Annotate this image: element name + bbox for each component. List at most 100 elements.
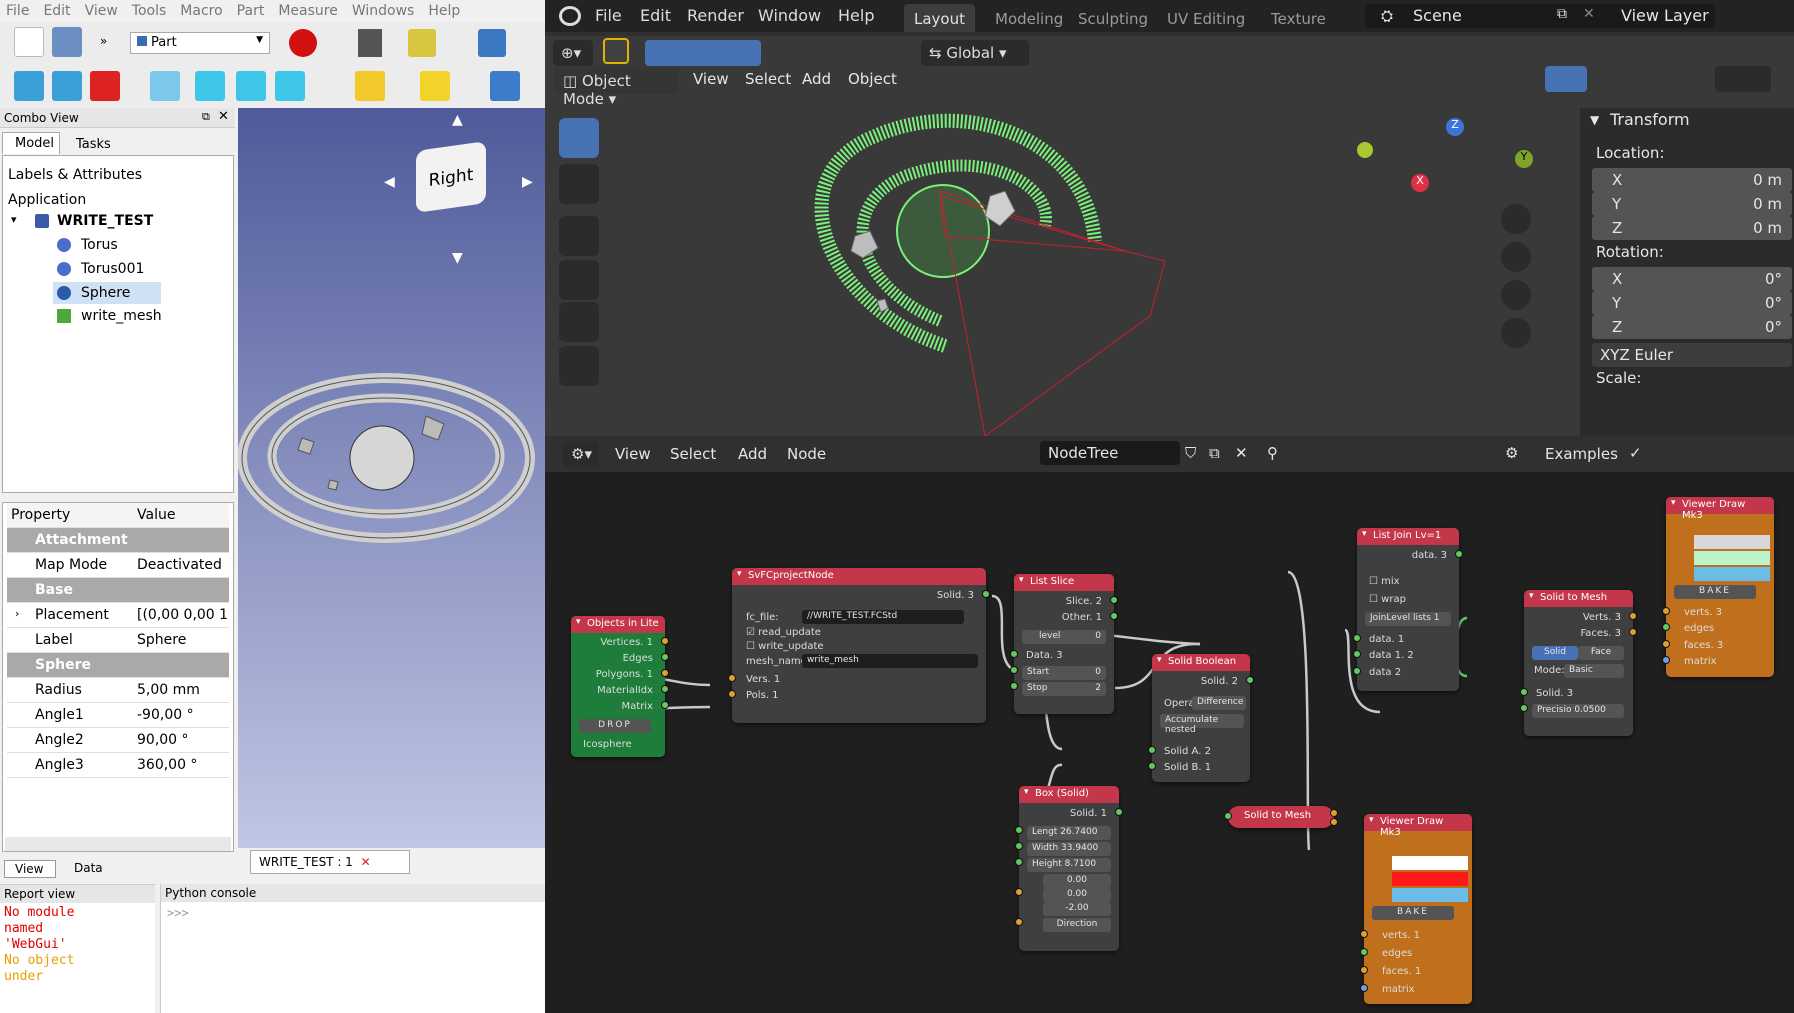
node-menu-node[interactable]: Node bbox=[787, 445, 826, 463]
menu-file[interactable]: File bbox=[6, 3, 29, 19]
nav-right-arrow-icon[interactable]: ▶ bbox=[522, 174, 533, 190]
select-mode-icons[interactable] bbox=[645, 40, 761, 66]
operation-select[interactable]: Difference bbox=[1192, 696, 1246, 710]
tab-view[interactable]: View bbox=[4, 860, 56, 878]
node-viewer-draw-b[interactable]: Viewer Draw Mk3 BAKE verts. 1 edges face… bbox=[1360, 814, 1472, 1004]
property-row[interactable]: Label Sphere bbox=[7, 628, 229, 653]
tree-item-sphere[interactable]: Sphere bbox=[81, 285, 130, 301]
socket[interactable] bbox=[1148, 762, 1156, 770]
float-panel-icon[interactable]: ⧉ bbox=[202, 110, 210, 124]
rotate-tool-icon[interactable] bbox=[559, 260, 599, 300]
mesh-name-input[interactable]: write_mesh bbox=[802, 654, 978, 668]
level-field[interactable]: level 0 bbox=[1022, 630, 1106, 644]
socket[interactable] bbox=[982, 590, 990, 598]
new-scene-icon[interactable]: ⧉ bbox=[1557, 6, 1567, 22]
menu-help[interactable]: Help bbox=[838, 6, 874, 25]
new-tree-icon[interactable]: ⧉ bbox=[1209, 444, 1220, 462]
close-tab-icon[interactable]: ✕ bbox=[361, 855, 371, 869]
axis-z-icon[interactable]: Z bbox=[1446, 118, 1464, 136]
mode-select[interactable]: Basic bbox=[1564, 664, 1624, 678]
menu-help[interactable]: Help bbox=[428, 3, 460, 19]
socket[interactable] bbox=[1015, 888, 1023, 896]
fit-all-icon[interactable] bbox=[14, 71, 44, 101]
socket[interactable] bbox=[1629, 612, 1637, 620]
measure-icon[interactable] bbox=[408, 29, 436, 57]
socket[interactable] bbox=[1110, 612, 1118, 620]
tree-item-torus001[interactable]: Torus001 bbox=[81, 261, 144, 277]
stop-field[interactable]: Stop 2 bbox=[1022, 682, 1106, 696]
bake-button[interactable]: BAKE bbox=[1674, 585, 1756, 599]
nav-left-arrow-icon[interactable]: ◀ bbox=[384, 174, 395, 190]
node-fc-project[interactable]: SvFCprojectNode Solid. 3 fc_file: //WRIT… bbox=[728, 568, 990, 723]
socket[interactable] bbox=[1353, 667, 1361, 675]
axis-y-icon[interactable]: Y bbox=[1515, 150, 1533, 168]
origin-y-field[interactable]: 0.00 bbox=[1043, 888, 1111, 902]
node-menu-add[interactable]: Add bbox=[738, 445, 767, 463]
view-layer-name[interactable]: View Layer bbox=[1621, 6, 1709, 25]
pin-icon[interactable]: ⚲ bbox=[1267, 444, 1278, 462]
camera-icon[interactable] bbox=[1501, 280, 1531, 310]
property-row[interactable]: Radius 5,00 mm bbox=[7, 678, 229, 703]
socket[interactable] bbox=[728, 674, 736, 682]
part-box-icon[interactable] bbox=[355, 71, 385, 101]
new-document-icon[interactable] bbox=[14, 27, 44, 57]
viewport-menu-add[interactable]: Add bbox=[802, 70, 831, 88]
socket[interactable] bbox=[1246, 676, 1254, 684]
node-menu-view[interactable]: View bbox=[615, 445, 651, 463]
node-objects-in-lite[interactable]: Objects in Lite Vertices. 1 Edges Polygo… bbox=[571, 616, 669, 757]
color-swatch[interactable] bbox=[1694, 551, 1770, 565]
socket[interactable] bbox=[1353, 634, 1361, 642]
freecad-3d-view[interactable]: Right ◀ ▶ ▲ ▼ bbox=[238, 108, 545, 848]
solid-tab[interactable]: Solid bbox=[1532, 646, 1578, 660]
group-attachment[interactable]: Attachment bbox=[7, 528, 229, 553]
tree-item-write-mesh[interactable]: write_mesh bbox=[81, 308, 162, 324]
direction-select[interactable]: Direction bbox=[1043, 918, 1111, 932]
socket[interactable] bbox=[1330, 818, 1338, 826]
menu-tools[interactable]: Tools bbox=[132, 3, 167, 19]
menu-file[interactable]: File bbox=[595, 6, 622, 25]
fc-file-input[interactable]: //WRITE_TEST.FCStd bbox=[802, 610, 964, 624]
part-cube-icon[interactable] bbox=[420, 71, 450, 101]
bake-button[interactable]: BAKE bbox=[1372, 906, 1454, 920]
accumulate-toggle[interactable]: Accumulate nested bbox=[1160, 714, 1244, 735]
length-field[interactable]: Lengt 26.7400 bbox=[1027, 826, 1111, 840]
tab-texture-paint[interactable]: Texture Pa bbox=[1261, 4, 1331, 32]
nav-up-arrow-icon[interactable]: ▲ bbox=[452, 112, 463, 128]
chevron-right-icon[interactable]: › bbox=[15, 607, 19, 620]
grid-icon[interactable] bbox=[1501, 318, 1531, 348]
right-view-icon[interactable] bbox=[275, 71, 305, 101]
unlink-tree-icon[interactable]: ✕ bbox=[1235, 444, 1248, 462]
tab-data[interactable]: Data bbox=[60, 860, 112, 878]
std-view-icon[interactable] bbox=[478, 29, 506, 57]
close-icon[interactable]: ✕ bbox=[218, 109, 229, 124]
origin-x-field[interactable]: 0.00 bbox=[1043, 874, 1111, 888]
precision-field[interactable]: Precisio 0.0500 bbox=[1532, 704, 1624, 718]
drop-button[interactable]: DROP bbox=[579, 719, 651, 733]
tree-item-torus[interactable]: Torus bbox=[81, 237, 118, 253]
menu-render[interactable]: Render bbox=[687, 6, 744, 25]
zoom-icon[interactable] bbox=[1501, 204, 1531, 234]
property-row[interactable]: Angle1 -90,00 ° bbox=[7, 703, 229, 728]
color-swatch[interactable] bbox=[1694, 535, 1770, 549]
blender-logo-icon[interactable] bbox=[559, 6, 581, 26]
draw-style-icon[interactable] bbox=[90, 71, 120, 101]
tab-uv-editing[interactable]: UV Editing bbox=[1157, 4, 1255, 32]
socket[interactable] bbox=[1455, 550, 1463, 558]
viewport-menu-view[interactable]: View bbox=[693, 70, 729, 88]
socket[interactable] bbox=[1662, 607, 1670, 615]
socket[interactable] bbox=[1520, 704, 1528, 712]
socket[interactable] bbox=[1010, 650, 1018, 658]
select-tool-icon[interactable] bbox=[603, 38, 629, 64]
scene-selector[interactable]: ⛭ Scene ⧉ ✕ View Layer bbox=[1365, 4, 1715, 28]
menu-windows[interactable]: Windows bbox=[352, 3, 415, 19]
pan-icon[interactable] bbox=[1501, 242, 1531, 272]
socket[interactable] bbox=[661, 669, 669, 677]
transform-tool-icon[interactable] bbox=[559, 346, 599, 386]
document-tab[interactable]: WRITE_TEST : 1 ✕ bbox=[250, 850, 410, 874]
mix-checkbox[interactable]: ☐ mix bbox=[1369, 576, 1400, 587]
color-swatch[interactable] bbox=[1392, 872, 1468, 886]
tab-modeling[interactable]: Modeling bbox=[985, 4, 1073, 32]
socket[interactable] bbox=[1015, 918, 1023, 926]
workbench-selector[interactable]: Part ▼ bbox=[130, 32, 270, 54]
socket[interactable] bbox=[1662, 656, 1670, 664]
